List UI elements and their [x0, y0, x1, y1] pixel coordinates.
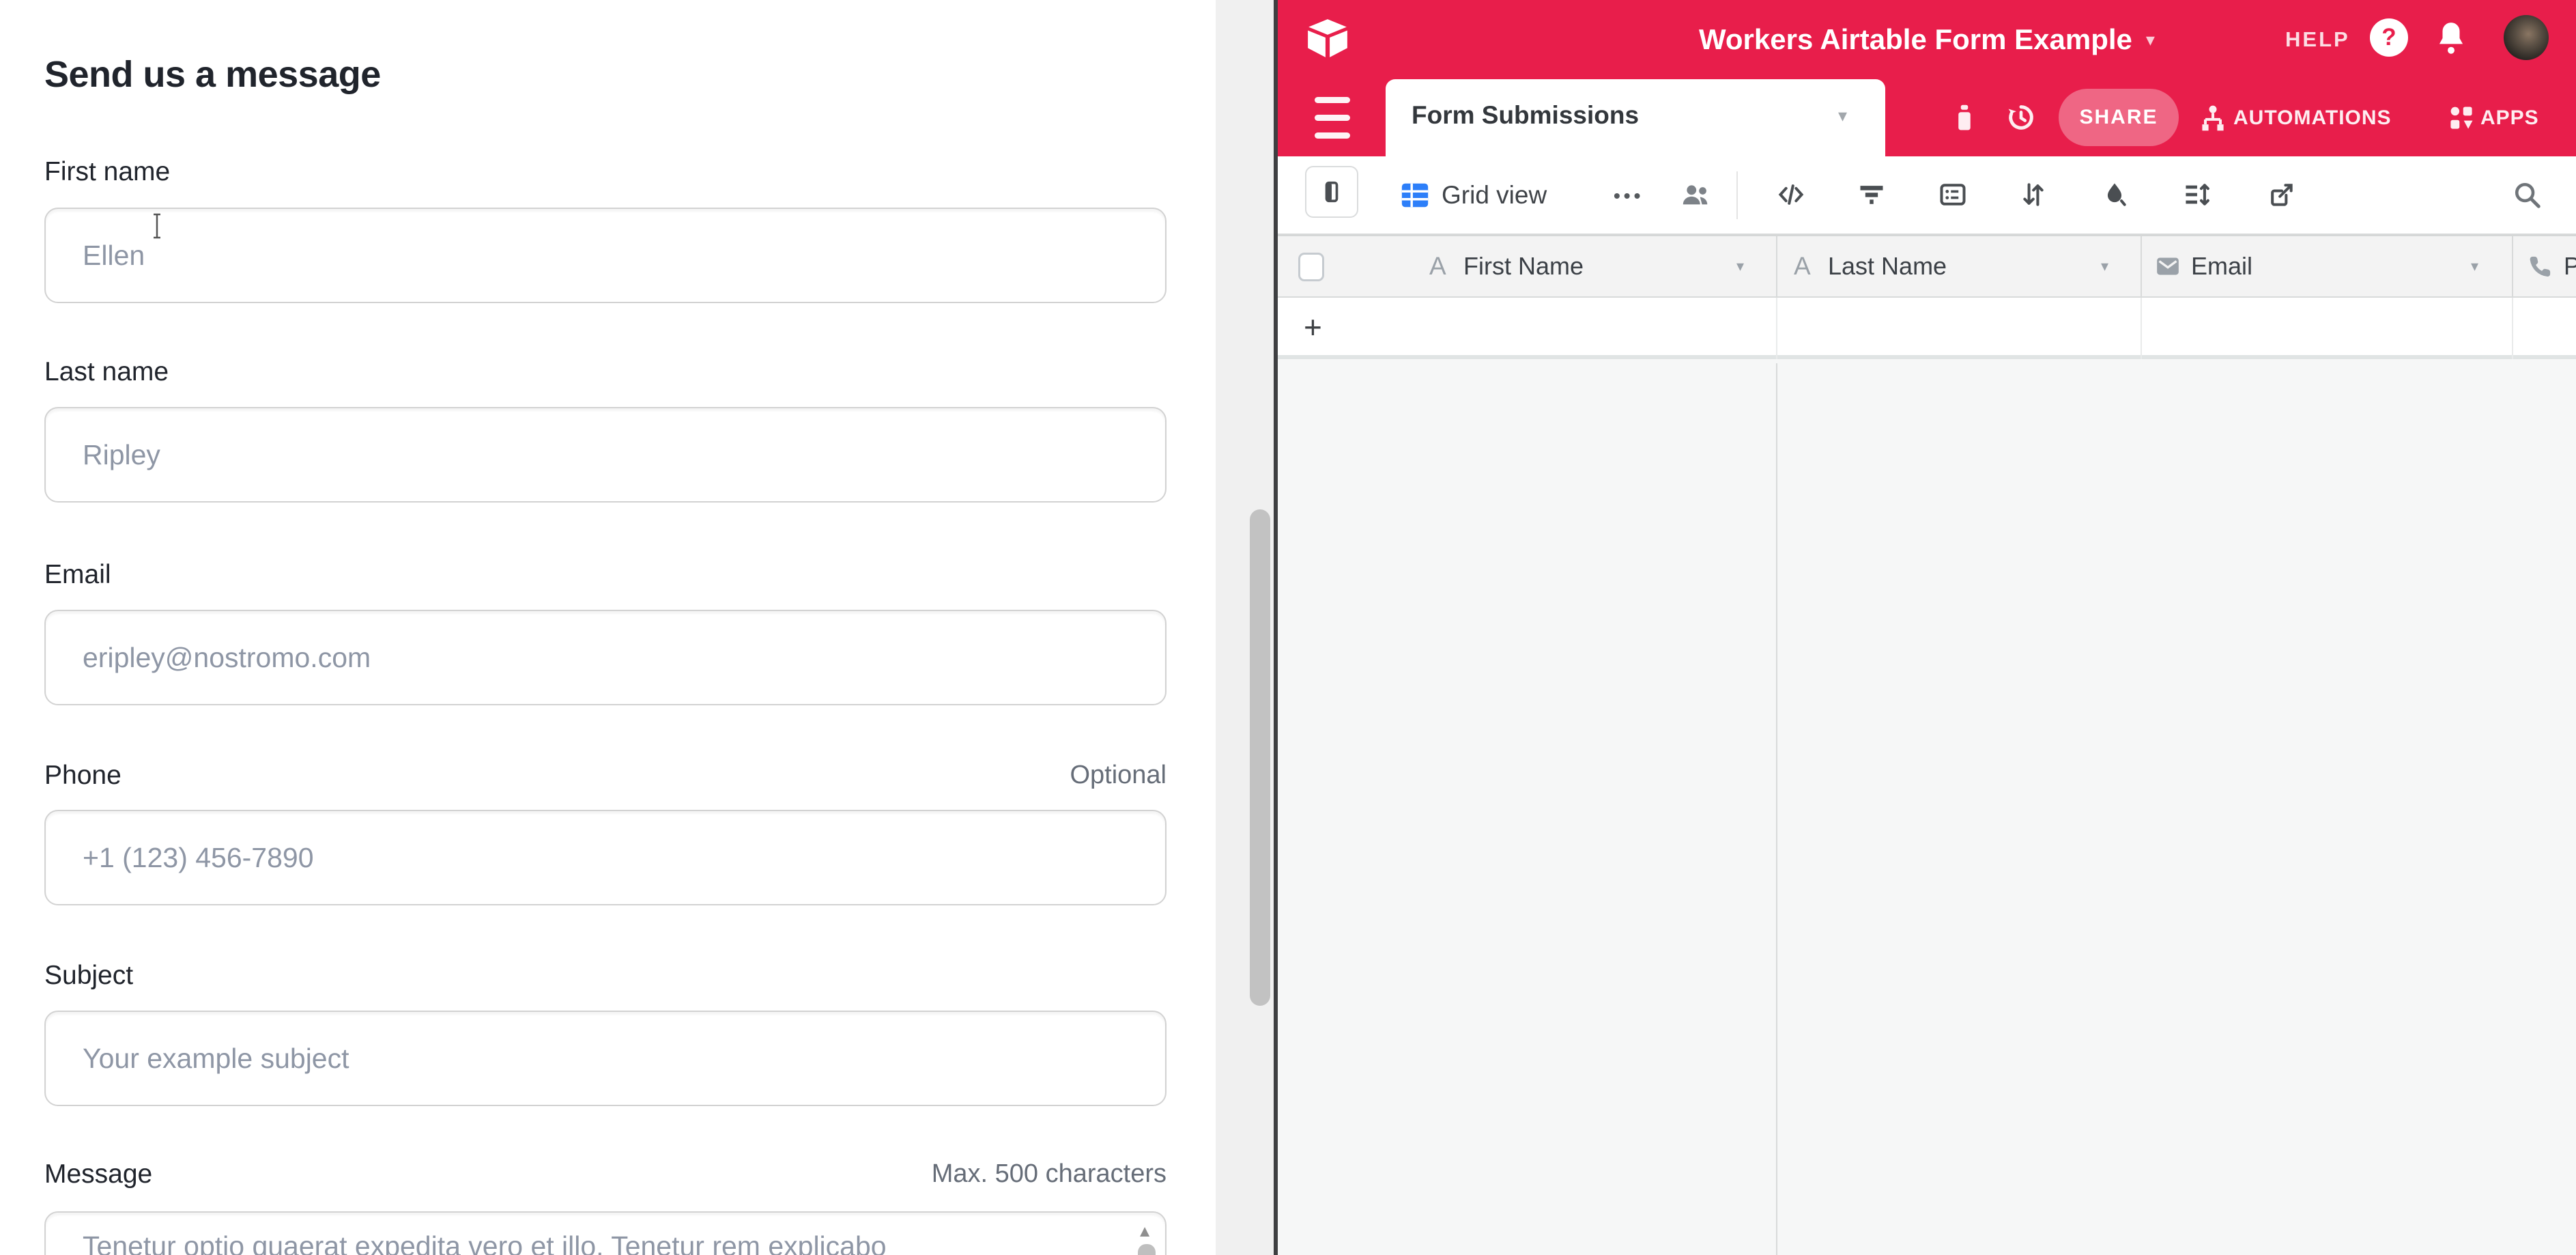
trash-icon[interactable]: [1950, 102, 1979, 134]
sidebar-menu-icon[interactable]: [1315, 97, 1350, 139]
help-question-icon[interactable]: ?: [2370, 18, 2408, 57]
add-record-plus-icon[interactable]: +: [1304, 298, 1322, 356]
column-header-email[interactable]: Email: [2191, 236, 2252, 296]
text-field-icon: A: [1429, 236, 1446, 296]
last-name-label: Last name: [44, 357, 169, 387]
phone-value: +1 (123) 456-7890: [83, 842, 314, 874]
row-cell-separator: [2141, 298, 2142, 359]
view-name-label[interactable]: Grid view: [1442, 181, 1547, 210]
share-view-icon[interactable]: [2265, 178, 2298, 211]
screen: Send us a message First name Ellen Last …: [0, 0, 2576, 1255]
view-options-ellipsis-icon[interactable]: •••: [1614, 185, 1644, 207]
automations-icon[interactable]: [2198, 102, 2228, 134]
view-switcher-bar: Form Submissions ▾ SHARE AUTOMATIO: [1278, 79, 2576, 156]
phone-field[interactable]: +1 (123) 456-7890: [44, 810, 1167, 905]
row-cell-separator: [1776, 298, 1777, 359]
subject-field[interactable]: Your example subject: [44, 1011, 1167, 1106]
base-title[interactable]: Workers Airtable Form Example: [1699, 23, 2132, 56]
email-field[interactable]: eripley@nostromo.com: [44, 610, 1167, 705]
primary-column-separator: [1776, 363, 1777, 1255]
first-name-label: First name: [44, 157, 170, 187]
subject-label: Subject: [44, 961, 133, 991]
textarea-scroll-thumb[interactable]: [1138, 1244, 1156, 1255]
tab-caret-icon: ▾: [1838, 105, 1847, 126]
apps-icon[interactable]: [2446, 102, 2476, 134]
collaborators-icon[interactable]: [1678, 180, 1713, 211]
text-cursor-icon: [152, 212, 162, 240]
select-all-checkbox[interactable]: [1298, 253, 1324, 281]
phone-optional-hint: Optional: [44, 761, 1167, 790]
search-icon[interactable]: [2510, 178, 2543, 211]
row-cell-separator: [2512, 298, 2513, 359]
phone-field-icon: [2527, 253, 2554, 280]
base-title-caret-icon[interactable]: ▾: [2146, 29, 2155, 51]
textarea-scroll-up-icon[interactable]: ▲: [1136, 1222, 1153, 1241]
column-caret-icon[interactable]: ▾: [1736, 236, 1744, 296]
column-header-last-name[interactable]: Last Name: [1828, 236, 1947, 296]
help-button[interactable]: HELP: [2285, 27, 2350, 52]
row-height-icon[interactable]: [2180, 178, 2213, 211]
email-value: eripley@nostromo.com: [83, 642, 371, 674]
color-fill-icon[interactable]: [2098, 178, 2131, 211]
automations-button[interactable]: AUTOMATIONS: [2233, 107, 2392, 130]
last-name-input[interactable]: Ripley: [44, 407, 1167, 503]
email-label: Email: [44, 560, 111, 590]
column-separator[interactable]: [2141, 236, 2142, 296]
message-textarea[interactable]: Tenetur optio quaerat expedita vero et i…: [44, 1211, 1167, 1255]
text-field-icon: A: [1794, 236, 1811, 296]
grid-empty-canvas: [1278, 363, 2576, 1255]
airtable-pane: Workers Airtable Form Example ▾ HELP ? F…: [1278, 0, 2576, 1255]
group-icon[interactable]: [1936, 178, 1969, 211]
airtable-header-bar: Workers Airtable Form Example ▾ HELP ?: [1278, 0, 2576, 79]
history-icon[interactable]: [2005, 101, 2037, 134]
tab-form-submissions[interactable]: Form Submissions ▾: [1386, 79, 1885, 156]
panel-icon: [1318, 177, 1345, 207]
last-name-value: Ripley: [83, 439, 160, 471]
column-header-first-name[interactable]: First Name: [1463, 236, 1584, 296]
filter-icon[interactable]: [1855, 178, 1888, 211]
contact-form-pane: Send us a message First name Ellen Last …: [0, 0, 1216, 1255]
apps-button[interactable]: APPS: [2480, 107, 2539, 130]
message-text: Tenetur optio quaerat expedita vero et i…: [83, 1230, 887, 1255]
column-separator[interactable]: [2512, 236, 2513, 296]
add-record-row[interactable]: +: [1278, 298, 2576, 359]
subject-value: Your example subject: [83, 1043, 349, 1075]
column-header-phone[interactable]: Phone: [2564, 236, 2576, 296]
form-title: Send us a message: [44, 53, 381, 96]
sort-icon[interactable]: [2017, 178, 2050, 211]
share-button[interactable]: SHARE: [2059, 89, 2179, 146]
hide-fields-icon[interactable]: [1775, 178, 1807, 211]
grid-header-row: A First Name ▾ A Last Name ▾ Email ▾ Pho…: [1278, 235, 2576, 298]
first-name-value: Ellen: [83, 240, 145, 272]
column-separator[interactable]: [1776, 236, 1777, 296]
left-page-scrollbar-thumb[interactable]: [1250, 509, 1270, 1006]
column-caret-icon[interactable]: ▾: [2101, 236, 2108, 296]
notifications-bell-icon[interactable]: [2434, 19, 2468, 57]
user-avatar[interactable]: [2504, 15, 2549, 60]
message-maxchars-hint: Max. 500 characters: [44, 1159, 1167, 1189]
view-sidebar-toggle-button[interactable]: [1305, 166, 1358, 218]
toolbar-divider: [1736, 171, 1738, 219]
grid-toolbar: Grid view •••: [1278, 156, 2576, 235]
grid-view-icon[interactable]: [1399, 180, 1431, 211]
first-name-input[interactable]: Ellen: [44, 208, 1167, 303]
email-field-icon: [2154, 253, 2181, 280]
column-caret-icon[interactable]: ▾: [2471, 236, 2478, 296]
